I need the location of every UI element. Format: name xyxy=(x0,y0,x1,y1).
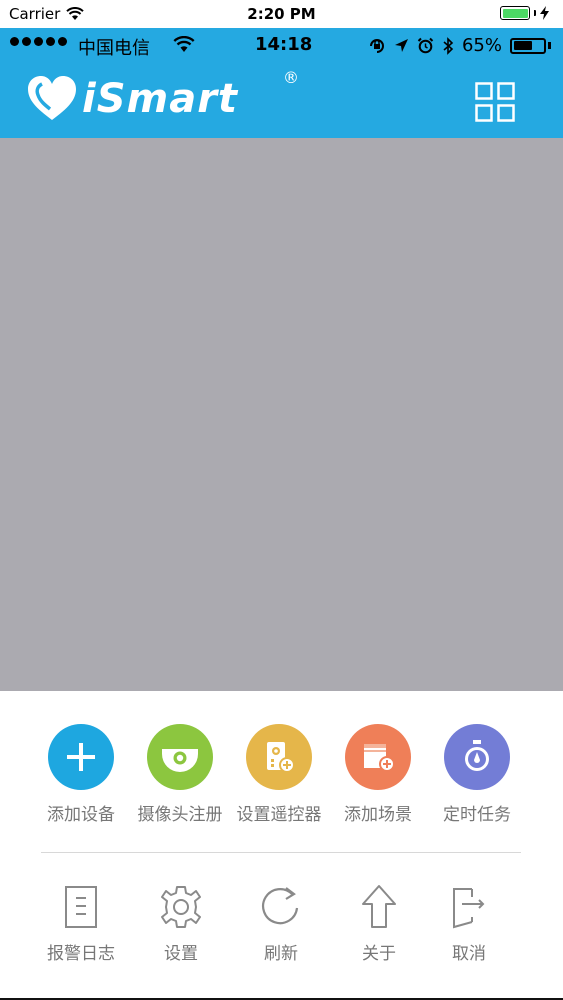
battery-icon xyxy=(500,6,530,20)
dimmed-content-area[interactable] xyxy=(0,138,563,691)
alarm-clock-icon xyxy=(417,37,434,54)
status-icons: 65% xyxy=(368,35,551,56)
ismart-logo: iSmart xyxy=(26,74,238,124)
refresh-button[interactable]: 刷新 xyxy=(231,883,331,964)
refresh-icon xyxy=(256,883,306,931)
remote-control-icon xyxy=(246,724,312,790)
refresh-label: 刷新 xyxy=(264,944,298,964)
camera-register-button[interactable]: 摄像头注册 xyxy=(130,724,230,825)
gear-icon xyxy=(156,883,206,931)
add-device-button[interactable]: 添加设备 xyxy=(31,724,131,825)
app-status-bar: 中国电信 14:18 65% xyxy=(0,28,563,64)
exit-icon xyxy=(444,883,494,931)
settings-label: 设置 xyxy=(164,944,198,964)
battery-percent: 65% xyxy=(461,35,502,56)
about-button[interactable]: 关于 xyxy=(329,883,429,964)
add-scene-label: 添加场景 xyxy=(344,805,412,825)
alarm-log-button[interactable]: 报警日志 xyxy=(31,883,131,964)
simulator-battery xyxy=(500,6,549,20)
settings-button[interactable]: 设置 xyxy=(131,883,231,964)
setup-remote-button[interactable]: 设置遥控器 xyxy=(229,724,329,825)
divider xyxy=(41,852,521,853)
grid-icon xyxy=(475,82,515,122)
plus-icon xyxy=(48,724,114,790)
camera-register-label: 摄像头注册 xyxy=(137,805,223,825)
logo-text: iSmart xyxy=(82,76,239,122)
secondary-actions: 报警日志 设置 刷新 关于 取消 xyxy=(0,883,563,983)
simulator-status-bar: Carrier 2:20 PM xyxy=(0,0,563,28)
cancel-label: 取消 xyxy=(452,944,486,964)
simulator-time: 2:20 PM xyxy=(247,5,316,23)
wifi-icon xyxy=(173,36,195,52)
alarm-log-label: 报警日志 xyxy=(47,944,115,964)
camera-icon xyxy=(147,724,213,790)
app-header: iSmart ® xyxy=(0,64,563,138)
arrow-up-icon xyxy=(354,883,404,931)
scene-add-icon xyxy=(345,724,411,790)
charging-bolt-icon xyxy=(540,6,549,20)
document-icon xyxy=(56,883,106,931)
scheduled-task-button[interactable]: 定时任务 xyxy=(427,724,527,825)
app-carrier-label: 中国电信 xyxy=(78,38,150,59)
action-sheet: 添加设备 摄像头注册 设置遥控器 添加场景 定时任务 报警日志 设置 刷新 关于… xyxy=(0,691,563,1000)
rotation-lock-icon xyxy=(369,38,384,53)
setup-remote-label: 设置遥控器 xyxy=(236,805,322,825)
signal-strength-icon xyxy=(10,37,67,46)
cancel-button[interactable]: 取消 xyxy=(419,883,519,964)
registered-mark: ® xyxy=(283,68,299,87)
app-time: 14:18 xyxy=(255,34,313,55)
scheduled-task-label: 定时任务 xyxy=(443,805,511,825)
bluetooth-icon xyxy=(443,36,454,55)
add-device-label: 添加设备 xyxy=(47,805,115,825)
location-arrow-icon xyxy=(394,39,408,52)
about-label: 关于 xyxy=(362,944,396,964)
grid-menu-button[interactable] xyxy=(475,82,515,122)
heart-logo-icon xyxy=(28,76,76,120)
add-scene-button[interactable]: 添加场景 xyxy=(328,724,428,825)
app-top-bar: 中国电信 14:18 65% iSmart ® xyxy=(0,28,563,138)
primary-actions: 添加设备 摄像头注册 设置遥控器 添加场景 定时任务 xyxy=(0,724,563,825)
battery-icon xyxy=(510,37,546,54)
timer-icon xyxy=(444,724,510,790)
